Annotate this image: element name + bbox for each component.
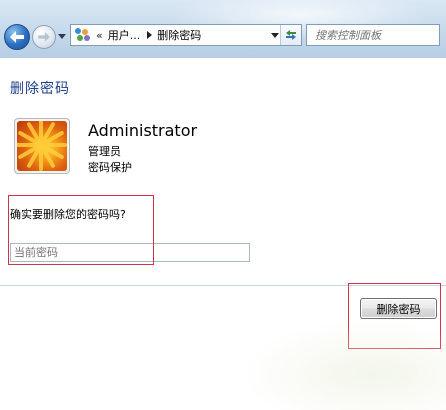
breadcrumb-users[interactable]: 用户...: [108, 27, 141, 43]
breadcrumb-delete-password[interactable]: 删除密码: [157, 27, 201, 43]
user-role: 管理员: [88, 145, 121, 158]
avatar: [14, 118, 70, 174]
refresh-icon: [286, 30, 296, 40]
user-name: Administrator: [88, 121, 198, 140]
confirm-question: 确实要删除您的密码吗?: [10, 208, 126, 221]
divider: [0, 285, 446, 286]
control-panel-icon: [75, 28, 91, 42]
arrow-right-icon: [38, 32, 50, 42]
forward-button[interactable]: [32, 25, 56, 49]
background-glow: [240, 320, 446, 410]
search-input[interactable]: [315, 25, 439, 45]
address-dropdown-icon[interactable]: [271, 33, 279, 38]
page-title: 删除密码: [10, 81, 70, 97]
navigation-bar: « 用户... 删除密码: [0, 0, 446, 58]
breadcrumb-separator-icon[interactable]: [147, 31, 153, 39]
current-password-field[interactable]: [10, 243, 250, 262]
user-password-status: 密码保护: [88, 161, 132, 174]
refresh-button[interactable]: [280, 25, 301, 45]
breadcrumb-overflow[interactable]: «: [96, 29, 103, 42]
address-bar[interactable]: « 用户... 删除密码: [70, 24, 302, 46]
back-button[interactable]: [4, 24, 30, 50]
search-box[interactable]: [306, 24, 440, 46]
delete-password-button[interactable]: 删除密码: [360, 298, 437, 319]
recent-pages-dropdown[interactable]: [58, 34, 66, 39]
arrow-left-icon: [10, 31, 24, 43]
flower-picture: [17, 121, 67, 171]
